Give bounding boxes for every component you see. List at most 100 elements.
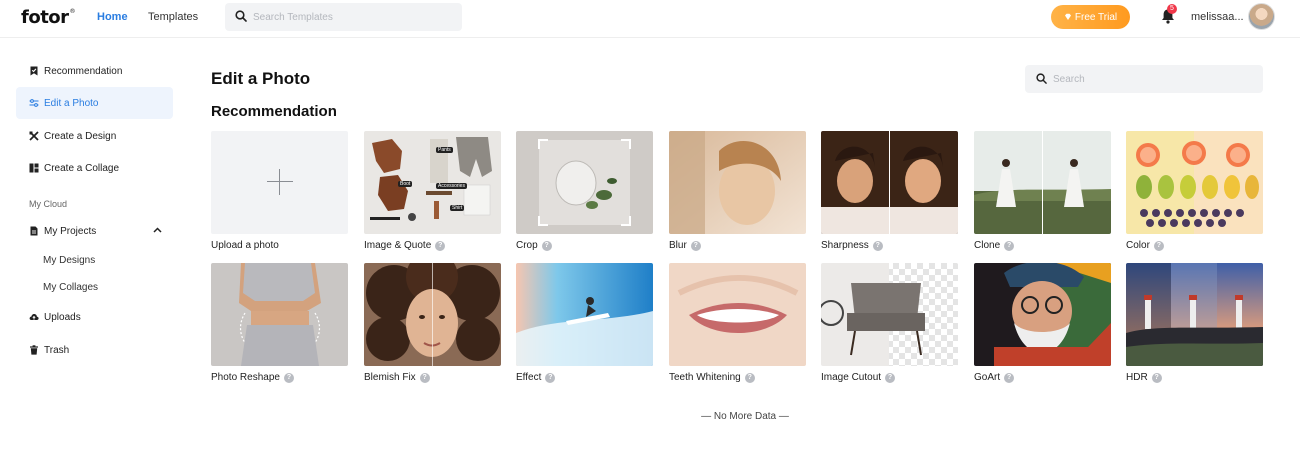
- help-icon[interactable]: ?: [1151, 372, 1162, 383]
- sidebar-item-uploads[interactable]: Uploads: [16, 301, 173, 333]
- notification-badge: 5: [1167, 4, 1177, 14]
- tool-card-hdr[interactable]: HDR?: [1126, 263, 1263, 383]
- my-cloud-section-label: My Cloud: [29, 199, 68, 209]
- no-more-data-footer: — No More Data —: [701, 411, 789, 422]
- sidebar-item-create-a-design[interactable]: Create a Design: [16, 120, 173, 152]
- nav-templates-link[interactable]: Templates: [148, 11, 198, 23]
- body-reshape-image: [211, 263, 348, 366]
- nav-home-link[interactable]: Home: [97, 11, 128, 23]
- section-title: Recommendation: [211, 103, 337, 120]
- fotor-logo[interactable]: fotor®: [21, 7, 76, 28]
- tool-card-blur[interactable]: Blur?: [669, 131, 806, 251]
- sidebar-item-edit-a-photo[interactable]: Edit a Photo: [16, 87, 173, 119]
- tool-label: Upload a photo: [211, 240, 279, 251]
- help-icon[interactable]: ?: [872, 240, 883, 251]
- free-trial-button[interactable]: Free Trial: [1051, 5, 1130, 29]
- cloud-upload-icon: [29, 314, 39, 320]
- tool-thumbnail: [974, 263, 1111, 366]
- tag-label: Boot: [398, 181, 413, 187]
- tool-card-effect[interactable]: Effect?: [516, 263, 653, 383]
- template-search-box[interactable]: [225, 3, 462, 31]
- top-bar: fotor® Home Templates Free Trial 5 melis…: [0, 0, 1300, 38]
- lighthouse-hdr-image: [1126, 263, 1263, 366]
- tool-label: GoArt: [974, 372, 1001, 383]
- sharpness-comparison-image: [821, 131, 958, 234]
- chevron-up-icon[interactable]: [153, 227, 162, 233]
- fruit-color-image: [1126, 131, 1263, 234]
- tool-thumbnail: [516, 131, 653, 234]
- page-title: Edit a Photo: [211, 69, 311, 88]
- tool-label: Crop: [516, 240, 538, 251]
- help-icon[interactable]: ?: [885, 372, 896, 383]
- tool-label: Color: [1126, 240, 1150, 251]
- sidebar-item-create-a-collage[interactable]: Create a Collage: [16, 152, 173, 184]
- tool-card-image-quote[interactable]: Pants Accessories Boot Shirt Image & Quo…: [364, 131, 501, 251]
- sidebar-item-my-designs[interactable]: My Designs: [43, 255, 95, 266]
- tool-card-crop[interactable]: Crop?: [516, 131, 653, 251]
- tool-card-upload-a-photo[interactable]: Upload a photo: [211, 131, 348, 251]
- help-icon[interactable]: ?: [690, 240, 701, 251]
- surfer-effect-image: [516, 263, 653, 366]
- tool-thumbnail: [364, 263, 501, 366]
- tool-thumbnail: Pants Accessories Boot Shirt: [364, 131, 501, 234]
- help-icon[interactable]: ?: [1153, 240, 1164, 251]
- blurred-portrait-image: [669, 131, 806, 234]
- tool-card-blemish-fix[interactable]: Blemish Fix?: [364, 263, 501, 383]
- tool-label: Sharpness: [821, 240, 869, 251]
- sidebar-item-my-projects[interactable]: My Projects: [16, 215, 173, 247]
- document-icon: [30, 226, 38, 236]
- help-icon[interactable]: ?: [419, 372, 430, 383]
- sidebar-item-recommendation[interactable]: Recommendation: [16, 55, 173, 87]
- tool-thumbnail: [669, 263, 806, 366]
- clone-landscape-image: [974, 131, 1111, 234]
- help-icon[interactable]: ?: [541, 240, 552, 251]
- goart-portrait-image: [974, 263, 1111, 366]
- search-icon: [235, 10, 247, 22]
- help-icon[interactable]: ?: [545, 372, 556, 383]
- tool-search-input[interactable]: [1053, 70, 1253, 88]
- tool-label: Image & Quote: [364, 240, 432, 251]
- tag-label: Pants: [436, 147, 453, 153]
- tool-card-color[interactable]: Color?: [1126, 131, 1263, 251]
- template-search-input[interactable]: [253, 8, 453, 26]
- tool-thumbnail: [211, 263, 348, 366]
- avatar[interactable]: [1248, 3, 1275, 30]
- diamond-icon: [1064, 13, 1071, 20]
- tool-card-goart[interactable]: GoArt?: [974, 263, 1111, 383]
- tool-label: Image Cutout: [821, 372, 882, 383]
- curly-hair-portrait-image: [364, 263, 501, 366]
- tool-label: HDR: [1126, 372, 1148, 383]
- tool-card-image-cutout[interactable]: Image Cutout?: [821, 263, 958, 383]
- smile-image: [669, 263, 806, 366]
- tool-card-sharpness[interactable]: Sharpness?: [821, 131, 958, 251]
- collage-icon: [29, 163, 39, 173]
- tool-thumbnail: [669, 131, 806, 234]
- sliders-icon: [29, 99, 39, 107]
- tool-search-box[interactable]: [1025, 65, 1263, 93]
- plus-icon: [267, 181, 293, 182]
- tool-card-teeth-whitening[interactable]: Teeth Whitening?: [669, 263, 806, 383]
- tool-thumbnail: [974, 131, 1111, 234]
- tool-thumbnail: [1126, 263, 1263, 366]
- tool-thumbnail: [821, 131, 958, 234]
- help-icon[interactable]: ?: [435, 240, 446, 251]
- help-icon[interactable]: ?: [1004, 372, 1015, 383]
- upload-placeholder[interactable]: [211, 131, 348, 234]
- sidebar-item-my-collages[interactable]: My Collages: [43, 282, 98, 293]
- help-icon[interactable]: ?: [283, 372, 294, 383]
- tool-card-photo-reshape[interactable]: Photo Reshape?: [211, 263, 348, 383]
- tool-thumbnail: [821, 263, 958, 366]
- tool-label: Teeth Whitening: [669, 372, 741, 383]
- sidebar-item-trash[interactable]: Trash: [16, 334, 173, 366]
- tool-label: Photo Reshape: [211, 372, 280, 383]
- tool-card-clone[interactable]: Clone?: [974, 131, 1111, 251]
- help-icon[interactable]: ?: [744, 372, 755, 383]
- glass-leaf-image: [516, 131, 653, 234]
- flatlay-outfit-image: [364, 131, 501, 234]
- tool-thumbnail: [1126, 131, 1263, 234]
- help-icon[interactable]: ?: [1004, 240, 1015, 251]
- search-icon: [1036, 73, 1047, 84]
- sidebar: Recommendation Edit a Photo Create a Des…: [0, 39, 190, 451]
- username-label[interactable]: melissaa...: [1191, 11, 1244, 23]
- tool-label: Blemish Fix: [364, 372, 416, 383]
